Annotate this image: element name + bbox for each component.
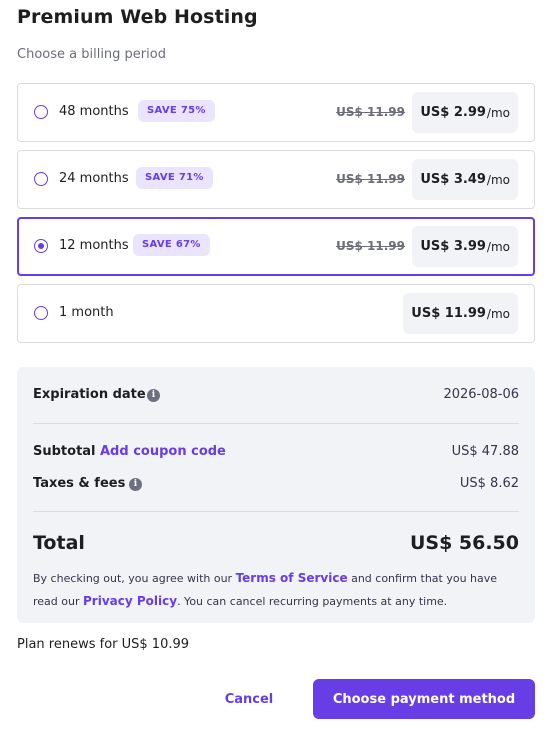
privacy-policy-link[interactable]: Privacy Policy: [83, 594, 177, 608]
save-badge: SAVE 71%: [136, 167, 213, 189]
subtotal-value: US$ 47.88: [451, 444, 519, 459]
expiration-label: Expiration date: [33, 387, 146, 402]
plan-option-12-months[interactable]: 12 months SAVE 67% US$ 11.99 US$ 3.99 /m…: [17, 217, 535, 276]
plan-option-24-months[interactable]: 24 months SAVE 71% US$ 11.99 US$ 3.49 /m…: [17, 150, 535, 209]
price-box: US$ 2.99 /mo: [412, 92, 518, 133]
price: US$ 3.49: [420, 172, 486, 187]
plan-label: 1 month: [59, 305, 114, 320]
save-badge: SAVE 75%: [138, 100, 215, 122]
price: US$ 11.99: [411, 306, 486, 321]
subtotal-label: Subtotal: [33, 444, 96, 459]
total-label: Total: [33, 532, 85, 554]
expiration-value: 2026-08-06: [443, 387, 519, 402]
order-summary: Expiration date i 2026-08-06 Subtotal Ad…: [17, 367, 535, 623]
choose-payment-method-button[interactable]: Choose payment method: [313, 679, 535, 719]
radio-button-selected[interactable]: [34, 239, 48, 253]
price-unit: /mo: [486, 306, 510, 321]
legal-text: By checking out, you agree with our: [33, 572, 236, 585]
add-coupon-link[interactable]: Add coupon code: [100, 444, 226, 459]
save-badge: SAVE 67%: [133, 234, 210, 256]
legal-notice: By checking out, you agree with our Term…: [33, 567, 513, 613]
renewal-note: Plan renews for US$ 10.99: [17, 637, 190, 652]
old-price: US$ 11.99: [336, 105, 405, 119]
info-icon[interactable]: i: [129, 478, 142, 491]
price-box: US$ 3.99 /mo: [412, 226, 518, 267]
total-value: US$ 56.50: [409, 532, 519, 554]
plan-option-1-month[interactable]: 1 month US$ 11.99 /mo: [17, 284, 535, 343]
cancel-button[interactable]: Cancel: [209, 679, 289, 719]
price-box: US$ 11.99 /mo: [403, 293, 518, 334]
plan-option-48-months[interactable]: 48 months SAVE 75% US$ 11.99 US$ 2.99 /m…: [17, 83, 535, 142]
terms-of-service-link[interactable]: Terms of Service: [236, 571, 348, 585]
divider: [33, 511, 519, 512]
legal-text: . You can cancel recurring payments at a…: [177, 595, 448, 608]
radio-button[interactable]: [34, 306, 48, 320]
page-title: Premium Web Hosting: [17, 6, 258, 28]
radio-button[interactable]: [34, 105, 48, 119]
plan-label: 12 months: [59, 238, 129, 253]
divider: [33, 423, 519, 424]
radio-button[interactable]: [34, 172, 48, 186]
plan-label: 24 months: [59, 171, 129, 186]
price: US$ 3.99: [420, 239, 486, 254]
checkout-dialog: Premium Web Hosting Choose a billing per…: [0, 0, 554, 735]
info-icon[interactable]: i: [147, 389, 160, 402]
taxes-value: US$ 8.62: [459, 476, 519, 491]
price-unit: /mo: [486, 105, 510, 120]
price: US$ 2.99: [420, 105, 486, 120]
billing-period-options: 48 months SAVE 75% US$ 11.99 US$ 2.99 /m…: [17, 83, 535, 351]
taxes-label: Taxes & fees: [33, 476, 126, 491]
plan-label: 48 months: [59, 104, 129, 119]
price-unit: /mo: [486, 172, 510, 187]
old-price: US$ 11.99: [336, 172, 405, 186]
billing-period-subtitle: Choose a billing period: [17, 47, 166, 62]
old-price: US$ 11.99: [336, 239, 405, 253]
price-unit: /mo: [486, 239, 510, 254]
price-box: US$ 3.49 /mo: [412, 159, 518, 200]
